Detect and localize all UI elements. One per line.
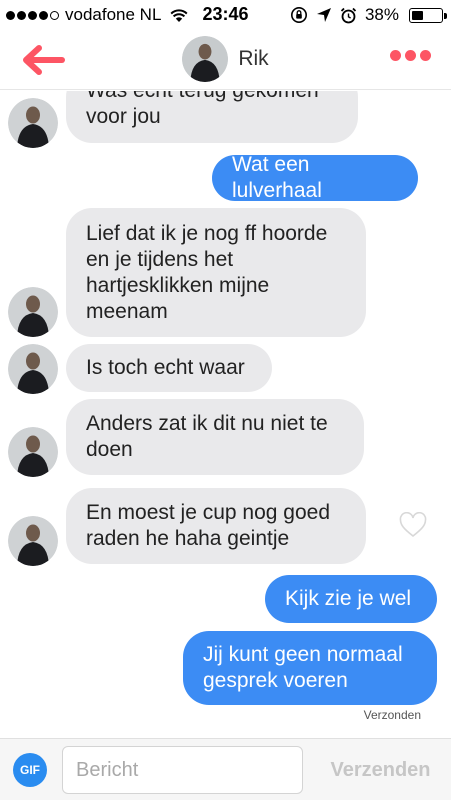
battery-level	[412, 10, 423, 20]
battery-icon	[409, 7, 447, 23]
gif-button[interactable]: GIF	[13, 753, 47, 787]
battery-percent: 38%	[364, 5, 399, 24]
sender-avatar[interactable]	[8, 427, 58, 477]
message-bubble-incoming[interactable]: En moest je cup nog goed raden he haha g…	[66, 488, 366, 564]
message-text: Wat een lulverhaal	[232, 153, 322, 202]
sender-avatar[interactable]	[8, 516, 58, 566]
contact-name: Rik	[238, 47, 269, 70]
status-bar-right: 38%	[290, 5, 447, 25]
message-bubble-incoming[interactable]: Anders zat ik dit nu niet te doen	[66, 399, 364, 475]
message-text: Kijk zie je wel	[285, 587, 412, 610]
message-bubble-incoming[interactable]: Was echt terug gekomen voor jou	[66, 91, 358, 143]
message-bubble-outgoing[interactable]: Wat een lulverhaal	[212, 153, 418, 202]
delivery-status: Verzonden	[363, 708, 421, 722]
alarm-icon	[340, 7, 357, 23]
sender-avatar[interactable]	[8, 98, 58, 148]
location-arrow-icon	[316, 8, 331, 22]
status-bar: vodafone NL 23:46 38%	[0, 0, 451, 30]
message-text: Lief dat ik je nog ff hoorde en je tijde…	[86, 221, 328, 323]
send-button[interactable]: Verzenden	[318, 746, 443, 794]
contact-avatar[interactable]	[182, 36, 229, 82]
contact-info[interactable]: Rik	[0, 36, 451, 82]
more-options-icon[interactable]	[390, 50, 431, 61]
message-text: Anders zat ik dit nu niet te doen	[86, 412, 328, 461]
message-list: Was echt terug gekomen voor jou Wat een …	[0, 91, 451, 738]
message-text: En moest je cup nog goed raden he haha g…	[86, 501, 331, 550]
rotation-lock-icon	[290, 7, 307, 23]
chat-header: Rik	[0, 30, 451, 90]
message-bubble-outgoing[interactable]: Jij kunt geen normaal gesprek voeren	[183, 631, 437, 705]
sender-avatar[interactable]	[8, 344, 58, 394]
message-composer: GIF Verzenden	[0, 738, 451, 800]
message-text: Jij kunt geen normaal gesprek voeren	[203, 643, 403, 692]
message-bubble-outgoing[interactable]: Kijk zie je wel	[265, 575, 437, 623]
message-input[interactable]	[62, 746, 303, 794]
message-bubble-incoming[interactable]: Is toch echt waar	[66, 344, 272, 392]
message-text: Is toch echt waar	[86, 356, 245, 379]
heart-icon[interactable]	[399, 512, 427, 538]
message-text: Was echt terug gekomen voor jou	[86, 91, 319, 128]
sender-avatar[interactable]	[8, 287, 58, 337]
message-bubble-incoming[interactable]: Lief dat ik je nog ff hoorde en je tijde…	[66, 208, 366, 337]
